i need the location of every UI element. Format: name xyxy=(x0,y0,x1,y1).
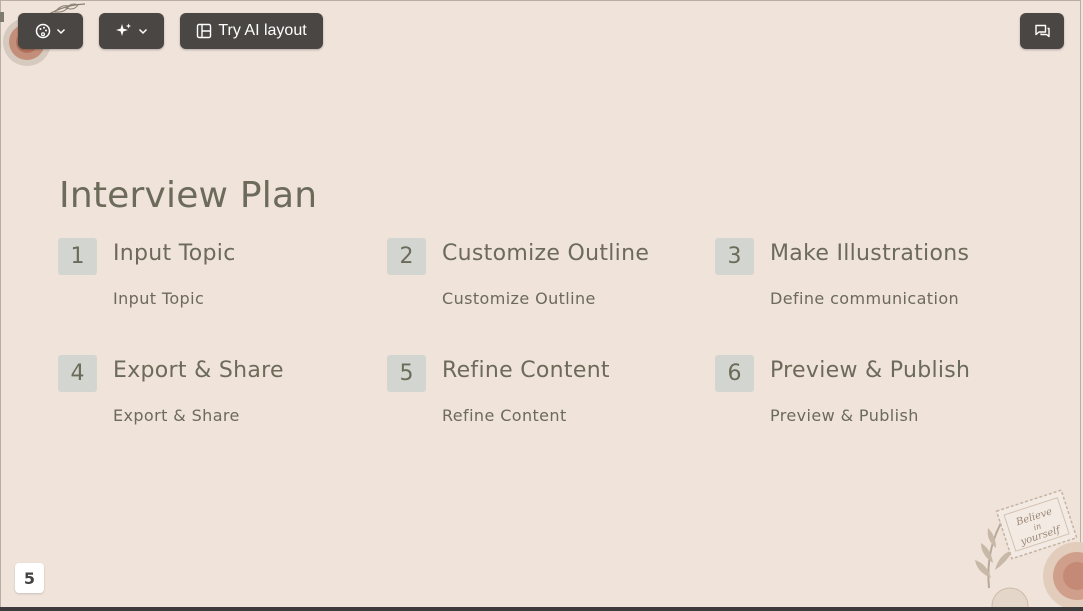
step-title[interactable]: Input Topic xyxy=(113,241,236,266)
page-number-badge: 5 xyxy=(15,563,44,593)
bottom-edge-bar xyxy=(0,607,1083,611)
step-description[interactable]: Input Topic xyxy=(113,289,204,308)
step-card[interactable]: 3 Make Illustrations Define communicatio… xyxy=(715,238,1015,318)
step-number: 4 xyxy=(58,355,97,392)
step-title[interactable]: Make Illustrations xyxy=(770,241,969,266)
step-description[interactable]: Preview & Publish xyxy=(770,406,919,425)
slide-title[interactable]: Interview Plan xyxy=(59,175,317,216)
comment-button[interactable] xyxy=(1020,13,1064,49)
chevron-down-icon xyxy=(137,25,149,37)
step-description[interactable]: Customize Outline xyxy=(442,289,596,308)
step-description[interactable]: Define communication xyxy=(770,289,959,308)
try-ai-layout-button[interactable]: Try AI layout xyxy=(180,13,323,49)
decorative-stamp-corner: Believe in yourself xyxy=(975,489,1083,611)
step-description[interactable]: Refine Content xyxy=(442,406,567,425)
theme-menu-button[interactable] xyxy=(18,13,83,49)
chevron-down-icon xyxy=(55,25,67,37)
step-number: 2 xyxy=(387,238,426,275)
step-card[interactable]: 1 Input Topic Input Topic xyxy=(58,238,358,318)
step-number: 6 xyxy=(715,355,754,392)
ai-assist-menu-button[interactable] xyxy=(99,13,164,49)
step-title[interactable]: Export & Share xyxy=(113,358,284,383)
step-card[interactable]: 6 Preview & Publish Preview & Publish xyxy=(715,355,1015,435)
palette-icon xyxy=(35,23,51,39)
step-number: 1 xyxy=(58,238,97,275)
step-card[interactable]: 2 Customize Outline Customize Outline xyxy=(387,238,687,318)
step-number: 3 xyxy=(715,238,754,275)
step-description[interactable]: Export & Share xyxy=(113,406,240,425)
sparkle-icon xyxy=(115,22,133,40)
step-card[interactable]: 5 Refine Content Refine Content xyxy=(387,355,687,435)
step-title[interactable]: Preview & Publish xyxy=(770,358,970,383)
layout-icon xyxy=(196,23,212,39)
step-card[interactable]: 4 Export & Share Export & Share xyxy=(58,355,358,435)
step-title[interactable]: Customize Outline xyxy=(442,241,649,266)
comment-icon xyxy=(1034,23,1051,39)
step-title[interactable]: Refine Content xyxy=(442,358,610,383)
step-number: 5 xyxy=(387,355,426,392)
try-ai-layout-label: Try AI layout xyxy=(218,22,307,39)
